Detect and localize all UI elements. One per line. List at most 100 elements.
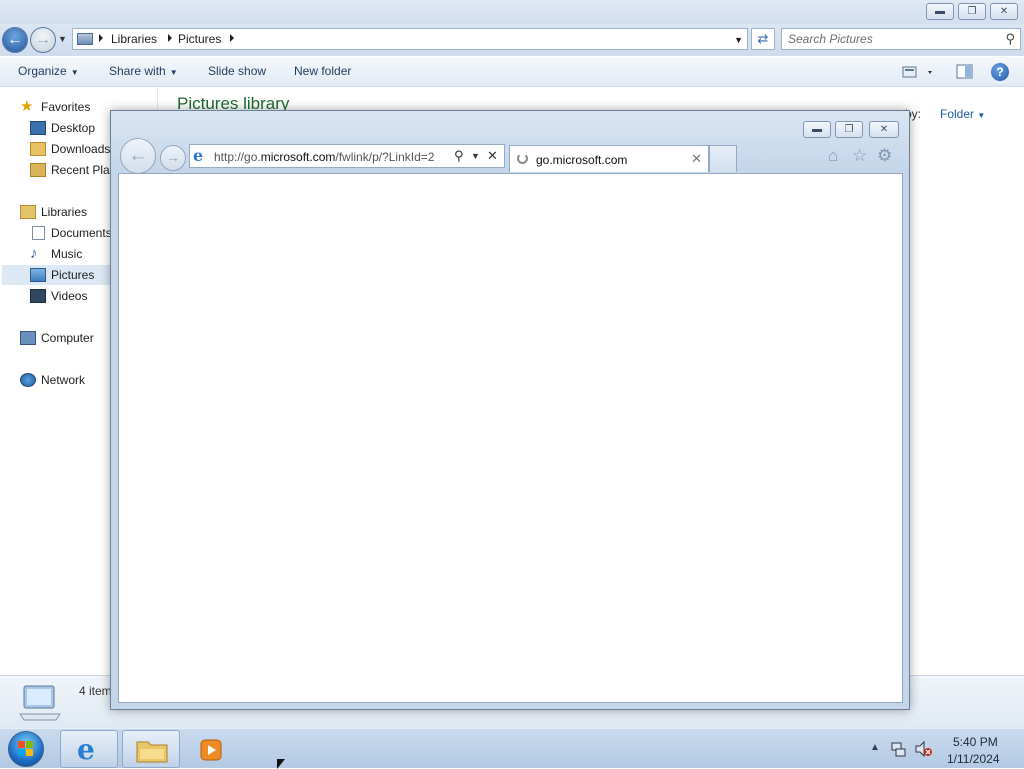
network-icon	[20, 373, 36, 387]
sidebar-item-label: Documents	[51, 226, 112, 240]
restore-button[interactable]: ❐	[958, 3, 986, 20]
address-history-dropdown[interactable]: ▼	[734, 35, 743, 45]
new-tab-button[interactable]	[709, 145, 737, 172]
back-arrow-icon: ←	[7, 31, 23, 48]
network-tray-icon[interactable]	[890, 741, 906, 757]
sidebar-item-label: Computer	[41, 331, 94, 345]
address-bar[interactable]: Libraries Pictures ▼	[72, 28, 748, 50]
documents-icon	[32, 226, 45, 240]
ie-forward-button[interactable]: →	[160, 145, 186, 171]
restore-icon: ❐	[844, 124, 854, 135]
downloads-folder-icon	[30, 142, 46, 156]
show-hidden-icons-button[interactable]: ▲	[870, 742, 880, 753]
sidebar-item-label: Desktop	[51, 121, 96, 135]
minimize-icon: ▬	[812, 124, 822, 135]
tab-title: go.microsoft.com	[536, 153, 628, 167]
taskbar-internet-explorer[interactable]: e	[60, 730, 118, 768]
sidebar-item-label: Videos	[51, 289, 88, 303]
library-folder-icon	[77, 33, 93, 45]
browser-tab[interactable]: go.microsoft.com ✕	[509, 145, 709, 172]
breadcrumb-pictures[interactable]: Pictures	[178, 32, 221, 46]
forward-arrow-icon: →	[35, 31, 51, 48]
taskbar-file-explorer[interactable]	[122, 730, 180, 768]
ie-close-button[interactable]: ✕	[869, 121, 899, 138]
ie-address-bar[interactable]: e http://go.microsoft.com/fwlink/p/?Link…	[189, 144, 505, 168]
recent-places-icon	[30, 163, 46, 177]
forward-arrow-icon: →	[166, 149, 180, 165]
preview-pane-icon[interactable]	[956, 63, 974, 81]
media-player-icon	[200, 739, 222, 761]
recent-pages-dropdown[interactable]: ▼	[58, 34, 67, 44]
item-count: 4 item	[79, 684, 112, 698]
breadcrumb-libraries[interactable]: Libraries	[111, 32, 157, 46]
ie-back-button[interactable]: ←	[120, 138, 156, 174]
volume-muted-tray-icon[interactable]	[915, 741, 933, 757]
change-view-icon[interactable]	[902, 63, 938, 81]
home-icon[interactable]: ⌂	[828, 146, 838, 166]
minimize-button[interactable]: ▬	[926, 3, 954, 20]
url-field[interactable]: http://go.microsoft.com/fwlink/p/?LinkId…	[214, 150, 452, 164]
close-icon: ✕	[999, 6, 1009, 17]
share-with-menu[interactable]: Share with ▼	[109, 64, 178, 78]
share-with-label: Share with	[109, 64, 166, 78]
ie-minimize-button[interactable]: ▬	[803, 121, 831, 138]
search-icon[interactable]: ⚲	[1005, 31, 1015, 47]
computer-icon	[20, 331, 36, 345]
back-arrow-icon: ←	[128, 145, 148, 166]
libraries-icon	[20, 205, 36, 219]
organize-label: Organize	[18, 64, 67, 78]
internet-explorer-icon: e	[77, 733, 95, 766]
forward-button[interactable]: →	[30, 27, 56, 53]
refresh-icon: ⇄	[757, 31, 769, 46]
ie-page-content[interactable]	[118, 173, 903, 703]
search-icon[interactable]: ⚲	[454, 148, 464, 164]
explorer-navbar: ← → ▼ Libraries Pictures ▼ ⇄ ⚲	[0, 24, 1024, 56]
close-tab-icon[interactable]: ✕	[691, 151, 702, 167]
favorites-star-icon[interactable]: ☆	[852, 146, 867, 166]
clock-date[interactable]: 1/11/2024	[947, 752, 1000, 766]
new-folder-button[interactable]: New folder	[294, 64, 351, 78]
sidebar-item-label: Libraries	[41, 205, 88, 219]
url-domain: microsoft.com	[260, 150, 336, 164]
slide-show-button[interactable]: Slide show	[208, 64, 266, 78]
arrange-by-dropdown[interactable]: Folder ▼	[940, 107, 985, 121]
stop-loading-button[interactable]: ✕	[487, 148, 498, 164]
organize-menu[interactable]: Organize ▼	[18, 64, 79, 78]
sidebar-item-label: Favorites	[41, 100, 91, 114]
taskbar: e ▲ 5:40 PM 1/11/2024	[0, 728, 1024, 768]
breadcrumb-separator-icon[interactable]	[99, 34, 103, 42]
search-input[interactable]	[786, 31, 996, 47]
explorer-titlebar: ▬ ❐ ✕	[0, 0, 1024, 24]
arrange-by-value: Folder	[940, 107, 975, 121]
computer-icon	[19, 685, 61, 721]
search-box[interactable]: ⚲	[781, 28, 1021, 50]
clock-time[interactable]: 5:40 PM	[953, 735, 998, 749]
sidebar-item-label: Downloads	[51, 142, 111, 156]
sidebar-item-label: Recent Plac	[51, 163, 116, 177]
ie-restore-button[interactable]: ❐	[835, 121, 863, 138]
pictures-icon	[30, 268, 46, 282]
start-button[interactable]	[8, 731, 44, 767]
internet-explorer-window: ▬ ❐ ✕ ← → e http://go.microsoft.com/fwli…	[110, 110, 910, 710]
music-note-icon: ♪	[30, 245, 38, 262]
taskbar-media-player[interactable]	[184, 730, 242, 768]
back-button[interactable]: ←	[2, 27, 28, 53]
minimize-icon: ▬	[935, 6, 945, 17]
chevron-down-icon: ▼	[169, 68, 178, 77]
start-orb-icon	[18, 741, 33, 756]
loading-spinner-icon	[517, 153, 528, 164]
restore-icon: ❐	[967, 6, 977, 17]
address-dropdown-icon[interactable]: ▼	[471, 151, 480, 161]
chevron-down-icon: ▼	[977, 111, 986, 120]
close-button[interactable]: ✕	[990, 3, 1018, 20]
videos-filmstrip-icon	[30, 289, 46, 303]
url-prefix: http://go.	[214, 150, 261, 164]
breadcrumb-separator-icon[interactable]	[230, 34, 234, 42]
refresh-button[interactable]: ⇄	[751, 28, 775, 50]
gear-icon[interactable]: ⚙	[877, 146, 892, 166]
url-suffix: /fwlink/p/?LinkId=2	[335, 150, 435, 164]
breadcrumb-separator-icon[interactable]	[168, 34, 172, 42]
command-bar: Organize ▼ Share with ▼ Slide show New fol…	[0, 57, 1024, 87]
help-icon[interactable]: ?	[991, 63, 1009, 81]
close-icon: ✕	[879, 124, 889, 135]
